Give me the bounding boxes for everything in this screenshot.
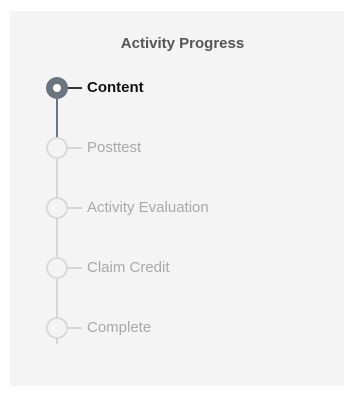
pending-step-icon (46, 137, 68, 159)
step-content[interactable]: Content (10, 77, 344, 107)
current-step-dot (53, 84, 61, 92)
step-activity-evaluation[interactable]: Activity Evaluation (10, 197, 344, 227)
current-step-icon (46, 77, 68, 99)
pending-step-icon (46, 317, 68, 339)
step-complete[interactable]: Complete (10, 317, 344, 347)
step-connector (68, 147, 82, 149)
step-posttest[interactable]: Posttest (10, 137, 344, 167)
activity-progress-panel: Activity Progress Content Posttest Activ… (10, 11, 344, 386)
step-label: Activity Evaluation (87, 199, 209, 216)
step-label: Posttest (87, 139, 142, 156)
panel-title: Activity Progress (120, 35, 245, 52)
step-connector (68, 327, 82, 329)
step-claim-credit[interactable]: Claim Credit (10, 257, 344, 287)
step-label: Claim Credit (87, 259, 170, 276)
step-connector (68, 207, 82, 209)
pending-step-icon (46, 257, 68, 279)
step-connector (68, 87, 82, 89)
step-connector (68, 267, 82, 269)
step-label: Complete (87, 319, 152, 336)
pending-step-icon (46, 197, 68, 219)
step-label: Content (87, 79, 144, 96)
